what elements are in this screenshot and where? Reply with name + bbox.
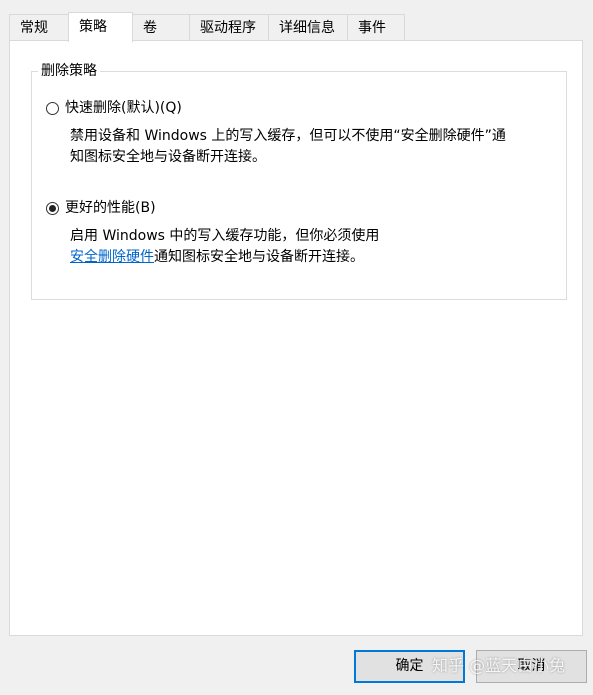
quick-removal-desc-line1: 禁用设备和 Windows 上的写入缓存，但可以不使用“安全删除硬件”通 — [70, 128, 506, 144]
better-performance-description: 启用 Windows 中的写入缓存功能，但你必须使用 安全删除硬件通知图标安全地… — [70, 226, 560, 268]
tab-volumes[interactable]: 卷 — [132, 14, 190, 41]
better-performance-label: 更好的性能(B) — [65, 200, 156, 216]
better-performance-desc-line1: 启用 Windows 中的写入缓存功能，但你必须使用 — [70, 228, 380, 244]
better-performance-option[interactable]: 更好的性能(B) — [46, 199, 156, 217]
tab-strip: 常规 策略 卷 驱动程序 详细信息 事件 — [9, 12, 405, 42]
tab-details[interactable]: 详细信息 — [268, 14, 348, 41]
quick-removal-radio[interactable] — [46, 101, 59, 115]
group-title: 删除策略 — [38, 62, 100, 80]
tab-driver[interactable]: 驱动程序 — [189, 14, 269, 41]
better-performance-desc-line2-rest: 通知图标安全地与设备断开连接。 — [154, 249, 364, 265]
tab-policies[interactable]: 策略 — [68, 12, 133, 42]
safely-remove-hardware-link[interactable]: 安全删除硬件 — [70, 249, 154, 265]
removal-policy-group: 删除策略 快速删除(默认)(Q) 禁用设备和 Windows 上的写入缓存，但可… — [31, 62, 567, 300]
quick-removal-desc-line2: 知图标安全地与设备断开连接。 — [70, 149, 266, 165]
quick-removal-option[interactable]: 快速删除(默认)(Q) — [46, 99, 182, 117]
tab-general[interactable]: 常规 — [9, 14, 69, 41]
quick-removal-description: 禁用设备和 Windows 上的写入缓存，但可以不使用“安全删除硬件”通 知图标… — [70, 126, 560, 168]
quick-removal-label: 快速删除(默认)(Q) — [65, 100, 182, 116]
watermark: 知乎 @蓝天白小兔 — [432, 656, 566, 675]
better-performance-desc-line2: 安全删除硬件通知图标安全地与设备断开连接。 — [70, 247, 560, 268]
better-performance-radio[interactable] — [46, 201, 59, 215]
tab-panel-policies: 删除策略 快速删除(默认)(Q) 禁用设备和 Windows 上的写入缓存，但可… — [9, 40, 583, 636]
tab-events[interactable]: 事件 — [347, 14, 405, 41]
